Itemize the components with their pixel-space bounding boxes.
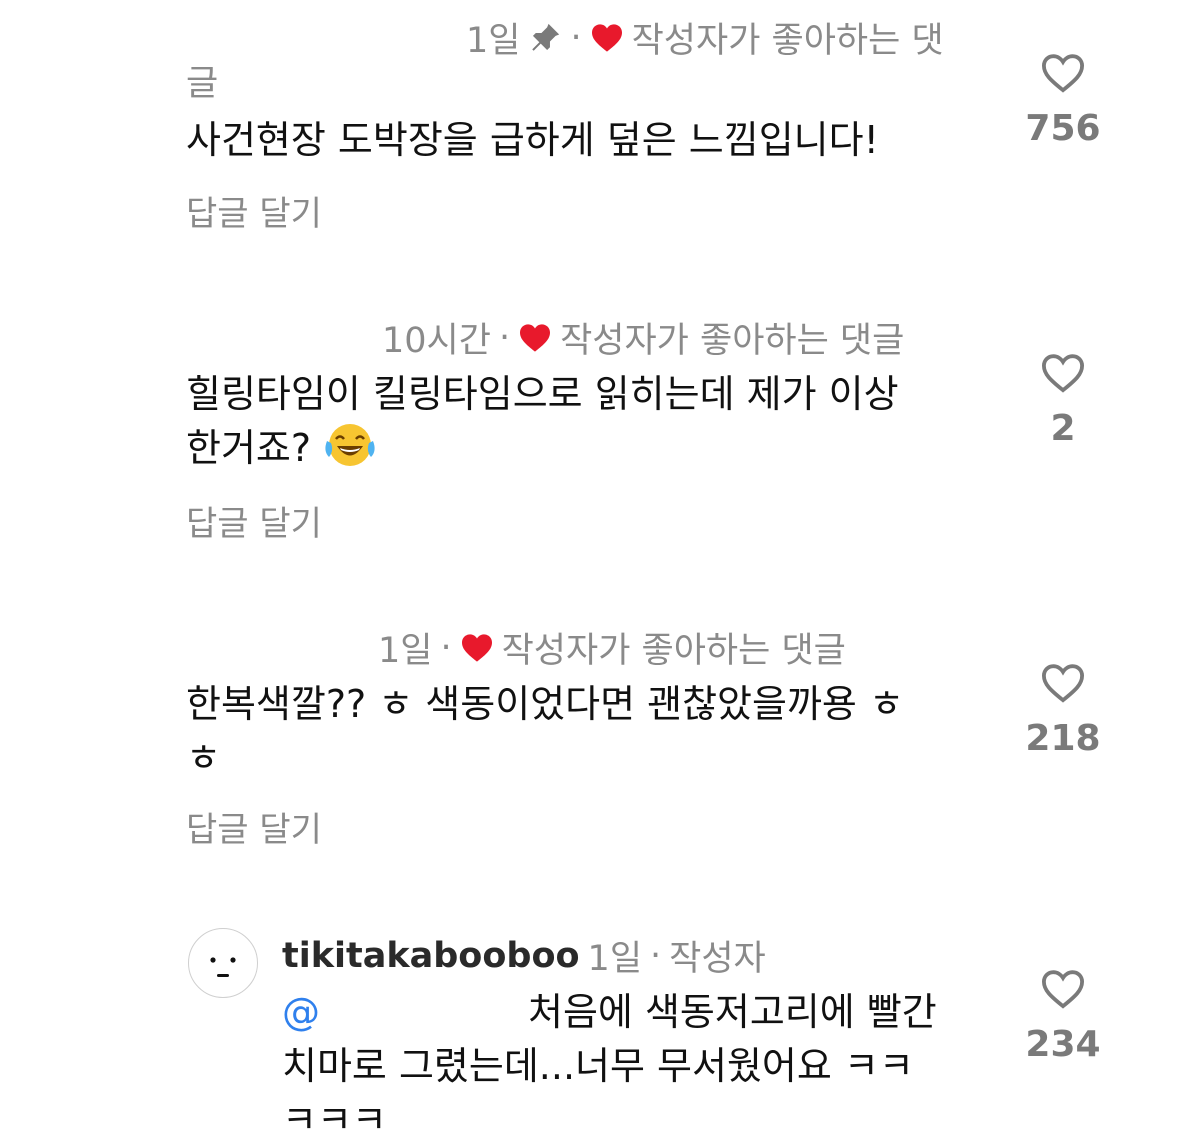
laughing-emoji-icon xyxy=(325,424,375,466)
heart-filled-icon xyxy=(520,323,551,352)
meta-separator: · xyxy=(498,317,511,358)
meta-separator: · xyxy=(650,935,662,976)
heart-filled-icon xyxy=(461,633,492,662)
reply-text-line: @ 처음에 색동저고리에 빨간 xyxy=(282,990,937,1034)
comment-meta: 10시간 · 작성자가 좋아하는 댓글 xyxy=(382,312,904,363)
comment-text-line: 한거죠? xyxy=(186,420,986,476)
comment-meta: 1일 · 작성자가 좋아하는 댓 xyxy=(466,12,944,63)
like-column: 756 xyxy=(1018,52,1108,149)
pin-icon xyxy=(532,23,560,51)
like-count: 2 xyxy=(1050,408,1076,449)
author-role-label: 작성자 xyxy=(669,939,766,979)
comment-text-line: ㅎ xyxy=(186,736,221,780)
meta-separator: · xyxy=(440,627,452,668)
face-avatar-icon xyxy=(210,957,236,977)
comment-text-line: 힐링타임이 킬링타임으로 읽히는데 제가 이상 xyxy=(186,372,899,416)
reply-text-line: 치마로 그렸는데...너무 무서웠어요 ㅋㅋ xyxy=(282,1044,914,1088)
comment-time: 10시간 xyxy=(382,321,491,361)
heart-filled-icon xyxy=(591,23,622,52)
avatar[interactable] xyxy=(188,928,258,998)
like-count: 234 xyxy=(1025,1024,1101,1065)
comment-meta: 1일 · 작성자가 좋아하는 댓글 xyxy=(378,622,846,673)
heart-outline-icon[interactable] xyxy=(1040,352,1086,394)
comment-text-line: 한복색깔?? ㅎ 색동이었다면 괜찮았을까용 ㅎ xyxy=(186,682,904,726)
comment-time: 1일 xyxy=(466,21,521,61)
meta-separator: · xyxy=(570,17,582,58)
liked-by-author-label: 작성자가 좋아하는 댓글 xyxy=(560,321,905,361)
like-column: 218 xyxy=(1018,662,1108,759)
reply-button[interactable]: 답글 달기 xyxy=(186,802,322,851)
heart-outline-icon[interactable] xyxy=(1040,968,1086,1010)
mention-link[interactable]: @ xyxy=(282,990,320,1034)
like-count: 756 xyxy=(1025,108,1101,149)
reply-button[interactable]: 답글 달기 xyxy=(186,496,322,545)
like-count: 218 xyxy=(1025,718,1101,759)
heart-outline-icon[interactable] xyxy=(1040,662,1086,704)
reply-text-line: ㅋㅋㅋ xyxy=(282,1098,387,1142)
liked-by-author-label-wrap: 글 xyxy=(186,64,219,104)
like-column: 2 xyxy=(1018,352,1108,449)
comment-time: 1일 xyxy=(587,939,643,979)
like-column: 234 xyxy=(1018,968,1108,1065)
reply-meta: tikitakabooboo 1일 · 작성자 xyxy=(282,930,766,981)
username[interactable]: tikitakabooboo xyxy=(282,936,580,976)
comment-text: 사건현장 도박장을 급하게 덮은 느낌입니다! xyxy=(186,118,879,162)
reply-button[interactable]: 답글 달기 xyxy=(186,186,322,235)
heart-outline-icon[interactable] xyxy=(1040,52,1086,94)
comment-time: 1일 xyxy=(378,631,433,671)
liked-by-author-label: 작성자가 좋아하는 댓 xyxy=(631,21,944,61)
liked-by-author-label: 작성자가 좋아하는 댓글 xyxy=(501,631,846,671)
